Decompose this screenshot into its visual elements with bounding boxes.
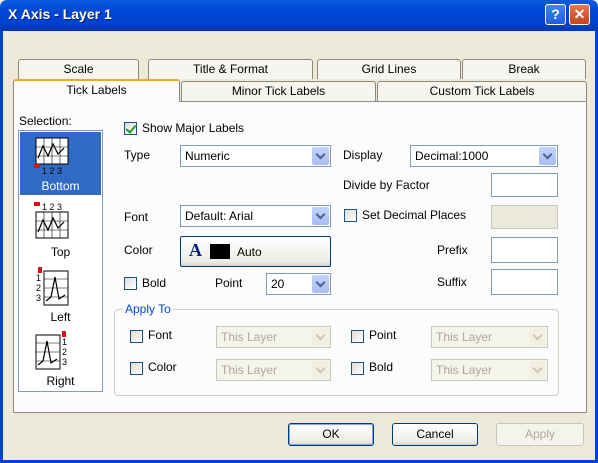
window-title: X Axis - Layer 1 xyxy=(8,6,112,22)
apply-color-label: Color xyxy=(148,360,177,374)
tab-break-label: Break xyxy=(508,62,540,76)
set-decimal-places-label: Set Decimal Places xyxy=(362,208,467,222)
set-decimal-places-checkbox[interactable] xyxy=(344,209,357,222)
apply-color-checkbox[interactable] xyxy=(130,362,143,375)
axis-right-icon: 1 2 3 xyxy=(35,331,67,370)
apply-to-group xyxy=(114,309,559,396)
chevron-down-icon[interactable] xyxy=(529,328,546,346)
suffix-input[interactable] xyxy=(491,269,558,295)
svg-text:1 2 3: 1 2 3 xyxy=(42,166,62,176)
tab-minor-tick-labels-label: Minor Tick Labels xyxy=(231,84,326,98)
point-label: Point xyxy=(215,276,243,290)
selection-item-right[interactable]: 1 2 3 Right xyxy=(20,327,101,390)
apply-point-value: This Layer xyxy=(436,330,493,344)
apply-bold-checkbox[interactable] xyxy=(351,362,364,375)
decimal-places-input[interactable] xyxy=(491,205,558,229)
chevron-down-icon[interactable] xyxy=(312,147,329,165)
axis-bottom-icon: 1 2 3 xyxy=(34,137,69,176)
svg-text:3: 3 xyxy=(36,293,41,303)
svg-text:2: 2 xyxy=(62,347,67,357)
apply-button[interactable]: Apply xyxy=(496,423,584,446)
color-label: Color xyxy=(124,243,153,257)
point-select[interactable]: 20 xyxy=(266,273,331,295)
apply-font-select[interactable]: This Layer xyxy=(216,326,331,348)
display-select[interactable]: Decimal:1000 xyxy=(410,145,558,167)
svg-text:1: 1 xyxy=(62,337,67,347)
tab-grid-lines[interactable]: Grid Lines xyxy=(317,59,461,79)
divide-by-factor-label: Divide by Factor xyxy=(343,178,430,192)
apply-font-label: Font xyxy=(148,328,173,342)
selection-item-top[interactable]: 1 2 3 Top xyxy=(20,198,101,261)
tab-tick-labels-label: Tick Labels xyxy=(66,83,127,97)
font-select[interactable]: Default: Arial xyxy=(180,205,331,227)
chevron-down-icon[interactable] xyxy=(312,361,329,379)
color-button[interactable]: A Auto xyxy=(180,236,331,267)
axis-top-icon: 1 2 3 xyxy=(34,202,69,239)
tab-custom-tick-labels[interactable]: Custom Tick Labels xyxy=(377,81,587,101)
selection-list[interactable]: 1 2 3 Bottom 1 2 3 Top 1 2 3 Left 1 2 3 … xyxy=(18,130,103,392)
cancel-button[interactable]: Cancel xyxy=(392,423,478,446)
ok-button[interactable]: OK xyxy=(288,423,374,446)
tab-title-format-label: Title & Format xyxy=(193,62,268,76)
font-value: Default: Arial xyxy=(185,209,254,223)
close-button[interactable]: ✕ xyxy=(569,4,590,25)
bold-checkbox[interactable] xyxy=(124,277,137,290)
show-major-labels-label: Show Major Labels xyxy=(142,121,245,135)
point-value: 20 xyxy=(271,277,285,291)
apply-to-title: Apply To xyxy=(123,302,173,316)
font-label: Font xyxy=(124,210,149,224)
type-value: Numeric xyxy=(185,149,230,163)
prefix-label: Prefix xyxy=(437,243,468,257)
type-label: Type xyxy=(124,148,151,162)
tab-scale-label: Scale xyxy=(63,62,94,76)
svg-text:2: 2 xyxy=(36,283,41,293)
chevron-down-icon[interactable] xyxy=(539,147,556,165)
chevron-down-icon[interactable] xyxy=(529,361,546,379)
bold-label: Bold xyxy=(142,276,167,290)
selection-item-bottom[interactable]: 1 2 3 Bottom xyxy=(20,132,101,195)
svg-text:3: 3 xyxy=(62,357,67,367)
tab-minor-tick-labels[interactable]: Minor Tick Labels xyxy=(181,81,376,101)
color-swatch xyxy=(210,244,230,259)
apply-point-label: Point xyxy=(369,328,397,342)
prefix-input[interactable] xyxy=(491,237,558,263)
apply-bold-value: This Layer xyxy=(436,363,493,377)
tab-scale[interactable]: Scale xyxy=(18,59,139,79)
axis-left-icon: 1 2 3 xyxy=(36,267,69,306)
apply-color-value: This Layer xyxy=(221,363,278,377)
chevron-down-icon[interactable] xyxy=(312,328,329,346)
tab-custom-tick-labels-label: Custom Tick Labels xyxy=(429,84,535,98)
selection-item-bottom-label: Bottom xyxy=(41,179,80,193)
suffix-label: Suffix xyxy=(437,275,467,289)
chevron-down-icon[interactable] xyxy=(312,207,329,225)
apply-bold-select[interactable]: This Layer xyxy=(431,359,548,381)
title-bar[interactable]: X Axis - Layer 1 ? ✕ xyxy=(0,0,598,31)
color-value: Auto xyxy=(237,245,262,259)
tab-title-format[interactable]: Title & Format xyxy=(148,59,313,79)
chevron-down-icon[interactable] xyxy=(312,275,329,293)
tab-tick-labels[interactable]: Tick Labels xyxy=(13,79,180,102)
svg-text:1: 1 xyxy=(36,273,41,283)
apply-point-checkbox[interactable] xyxy=(351,330,364,343)
font-color-icon: A xyxy=(189,240,202,260)
tab-break[interactable]: Break xyxy=(462,59,586,79)
apply-point-select[interactable]: This Layer xyxy=(431,326,548,348)
selection-label: Selection: xyxy=(19,114,72,128)
selection-item-right-label: Right xyxy=(46,374,75,388)
selection-item-left[interactable]: 1 2 3 Left xyxy=(20,263,101,326)
show-major-labels-checkbox[interactable] xyxy=(124,122,137,135)
tab-grid-lines-label: Grid Lines xyxy=(361,62,417,76)
apply-bold-label: Bold xyxy=(369,360,394,374)
apply-color-select[interactable]: This Layer xyxy=(216,359,331,381)
selection-item-left-label: Left xyxy=(50,310,71,324)
divide-by-factor-input[interactable] xyxy=(491,173,558,197)
display-value: Decimal:1000 xyxy=(415,149,489,163)
help-button[interactable]: ? xyxy=(545,4,566,25)
svg-text:1 2 3: 1 2 3 xyxy=(42,202,62,212)
apply-font-checkbox[interactable] xyxy=(130,330,143,343)
type-select[interactable]: Numeric xyxy=(180,145,331,167)
display-label: Display xyxy=(343,148,383,162)
apply-font-value: This Layer xyxy=(221,330,278,344)
selection-item-top-label: Top xyxy=(50,245,71,259)
